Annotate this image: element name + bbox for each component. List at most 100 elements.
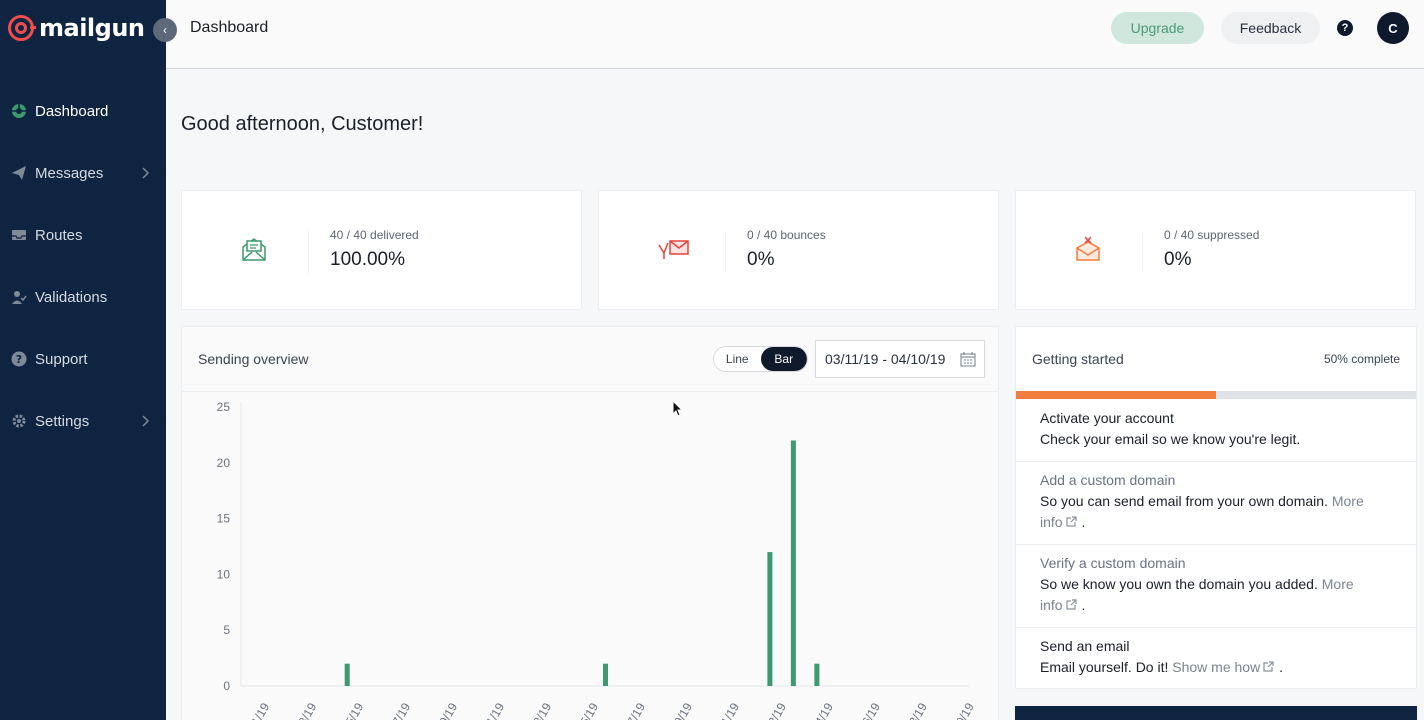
question-circle-icon: ? (11, 351, 27, 367)
x-tick-label: 03/15/19 (331, 700, 367, 720)
logo-text: mailgun (39, 14, 145, 42)
sidebar-item-label: Support (35, 350, 88, 368)
chart-bar (814, 663, 820, 686)
feedback-button[interactable]: Feedback (1221, 12, 1320, 44)
y-tick-label: 10 (217, 567, 231, 581)
svg-text:?: ? (16, 353, 22, 366)
suppressed-envelope-icon (1074, 235, 1102, 263)
y-tick-label: 15 (217, 512, 231, 526)
divider (1142, 231, 1143, 273)
avatar[interactable]: C (1377, 12, 1409, 44)
chevron-right-icon (142, 414, 150, 432)
suppressed-card: 0 / 40 suppressed 0% (1015, 190, 1416, 310)
sending-bar-chart: 0 5 10 15 20 25 03/11/19 03/13/19 03/15/19 03/17/… (217, 400, 977, 720)
sidebar-item-support[interactable]: ? Support (0, 328, 166, 390)
y-tick-label: 0 (223, 679, 230, 693)
chart-bar (790, 440, 796, 686)
sidebar-item-settings[interactable]: Settings (0, 390, 166, 452)
sidebar-item-label: Routes (35, 226, 83, 244)
divider (308, 231, 309, 273)
calendar-icon (960, 351, 976, 370)
envelope-open-icon (240, 235, 268, 263)
x-tick-label: 03/11/19 (237, 700, 272, 720)
x-tick-label: 04/06/19 (847, 700, 883, 720)
date-range-picker[interactable]: 03/11/19 - 04/10/19 (815, 340, 985, 378)
punctuation: . (1081, 597, 1086, 613)
stat-label: 0 / 40 bounces (747, 228, 826, 242)
item-title: Verify a custom domain (1040, 555, 1186, 571)
sidebar-item-dashboard[interactable]: Dashboard (0, 80, 166, 142)
stat-label: 40 / 40 delivered (330, 228, 419, 242)
sidebar-item-label: Settings (35, 412, 90, 430)
x-tick-label: 03/31/19 (707, 700, 743, 720)
x-tick-label: 04/02/19 (754, 700, 790, 720)
divider (1016, 544, 1416, 545)
x-tick-label: 03/23/19 (519, 700, 555, 720)
link-text: More (1321, 576, 1354, 592)
x-tick-label: 03/25/19 (566, 700, 602, 720)
page-title: Dashboard (190, 19, 269, 36)
chart-bar (603, 663, 609, 686)
panel-title: Getting started (1032, 351, 1124, 367)
y-tick-label: 20 (217, 456, 231, 470)
item-desc: Check your email so we know you're legit… (1040, 431, 1301, 447)
x-tick-label: 03/29/19 (660, 700, 696, 720)
help-icon[interactable]: ? (1337, 20, 1353, 36)
upgrade-button[interactable]: Upgrade (1111, 12, 1204, 44)
item-desc: So we know you own the domain you added. (1040, 576, 1318, 592)
checklist-item-activate: Activate your account Check your email s… (1016, 408, 1416, 462)
mouse-cursor-icon (672, 399, 684, 423)
progress-label: 50% complete (1323, 352, 1400, 366)
external-link-icon (1065, 596, 1078, 617)
sidebar-item-validations[interactable]: Validations (0, 266, 166, 328)
sending-overview-panel: Sending overview Line Bar 03/11/19 - 04/… (181, 326, 999, 720)
item-desc-block: So we know you own the domain you added.… (1040, 574, 1392, 617)
sidebar-nav: Dashboard Messages Routes Validations ? … (0, 80, 166, 452)
progress-bar-fill (1016, 391, 1216, 399)
sidebar-item-label: Dashboard (35, 102, 109, 120)
bottom-banner (1015, 706, 1417, 720)
sidebar-item-label: Validations (35, 288, 108, 306)
link-text: info (1040, 597, 1063, 613)
y-tick-label: 25 (217, 400, 231, 414)
x-tick-label: 03/19/19 (425, 700, 461, 720)
toggle-line-button[interactable]: Line (714, 347, 761, 371)
chart-bar (767, 552, 773, 686)
stat-label: 0 / 40 suppressed (1164, 228, 1260, 242)
x-tick-label: 04/04/19 (800, 700, 836, 720)
external-link-icon (1262, 658, 1275, 679)
link-text: info (1040, 514, 1063, 530)
mailgun-logo[interactable]: mailgun (8, 14, 145, 42)
chart-type-toggle: Line Bar (713, 346, 808, 372)
x-tick-label: 04/08/19 (894, 700, 930, 720)
item-desc-block: Email yourself. Do it! Show me how . (1040, 657, 1392, 679)
toggle-bar-button[interactable]: Bar (760, 347, 807, 371)
inbox-icon (11, 227, 27, 243)
sidebar: mailgun Dashboard Messages Routes Valida… (0, 0, 166, 720)
getting-started-panel: Getting started 50% complete Activate yo… (1015, 326, 1417, 689)
sidebar-item-routes[interactable]: Routes (0, 204, 166, 266)
delivered-card: 40 / 40 delivered 100.00% (181, 190, 582, 310)
punctuation: . (1081, 514, 1086, 530)
date-range-value: 03/11/19 - 04/10/19 (825, 351, 946, 367)
gear-icon (11, 413, 27, 429)
show-me-how-link[interactable]: Show me how (1172, 659, 1275, 675)
divider (1016, 461, 1416, 462)
greeting: Good afternoon, Customer! (181, 113, 424, 135)
chevron-right-icon (142, 166, 150, 184)
mailgun-logo-icon (8, 15, 36, 41)
top-bar: Dashboard Upgrade Feedback ? C (166, 0, 1424, 69)
item-desc: Email yourself. Do it! (1040, 659, 1169, 675)
x-tick-label: 03/13/19 (284, 700, 320, 720)
progress-bar (1016, 391, 1416, 399)
stat-value: 0% (747, 249, 775, 270)
external-link-icon (1065, 513, 1078, 534)
panel-title: Sending overview (198, 351, 309, 367)
sidebar-item-messages[interactable]: Messages (0, 142, 166, 204)
checklist-item-add-domain: Add a custom domain So you can send emai… (1016, 470, 1416, 545)
checklist-item-verify-domain: Verify a custom domain So we know you ow… (1016, 553, 1416, 628)
bounce-envelope-icon (657, 235, 689, 263)
sidebar-collapse-button[interactable]: ‹ (153, 18, 177, 42)
x-tick-label: 04/10/19 (941, 700, 977, 720)
item-title: Add a custom domain (1040, 472, 1176, 488)
